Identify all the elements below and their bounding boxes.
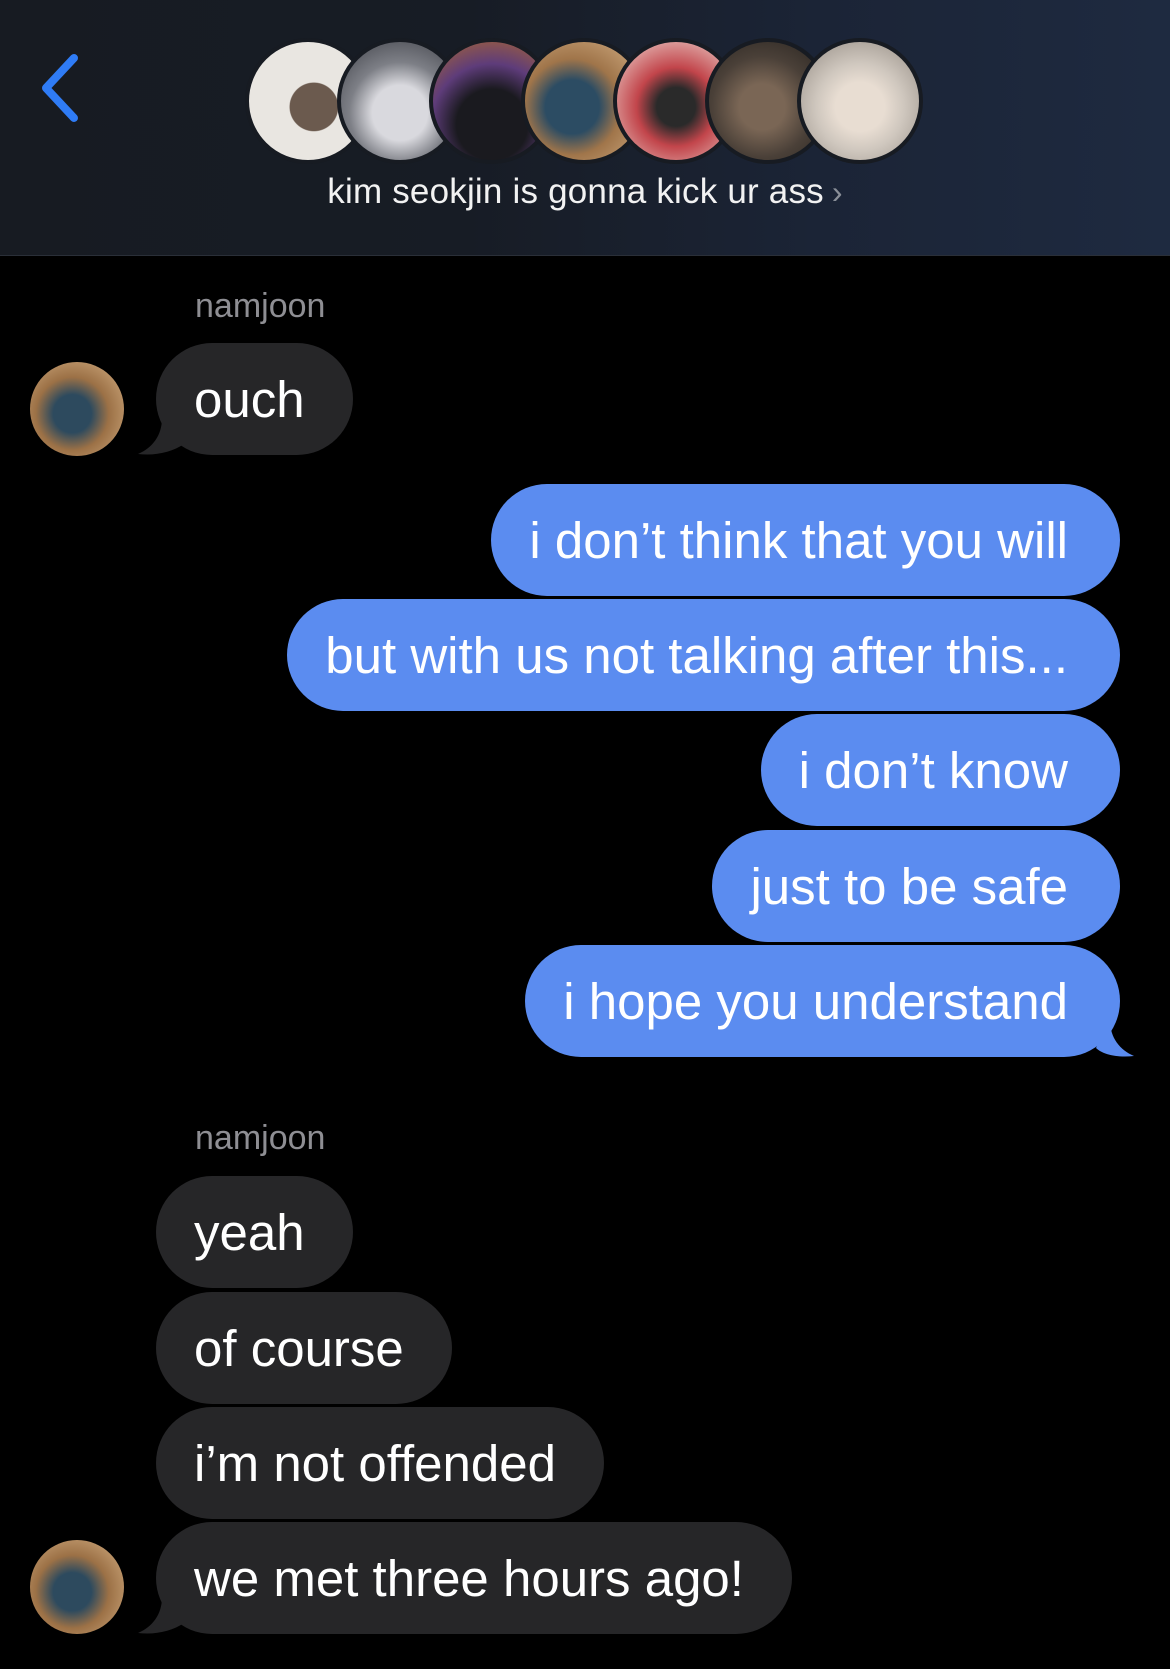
message-text: ouch [194, 370, 305, 428]
message-text: i hope you understand [563, 972, 1068, 1030]
outgoing-message[interactable]: i hope you understand [525, 945, 1120, 1057]
bubble-tail [138, 1597, 184, 1634]
chevron-right-icon: › [831, 174, 843, 210]
message-text: i’m not offended [194, 1434, 556, 1492]
member-avatar-7 [797, 38, 923, 164]
message-text: of course [194, 1319, 404, 1377]
group-avatars[interactable] [245, 38, 935, 164]
incoming-message[interactable]: of course [156, 1292, 452, 1404]
avatar[interactable] [30, 362, 124, 456]
message-text: yeah [194, 1203, 305, 1261]
message-text: i don’t know [798, 741, 1068, 799]
avatar[interactable] [30, 1540, 124, 1634]
outgoing-message[interactable]: i don’t think that you will [491, 484, 1120, 596]
outgoing-message[interactable]: but with us not talking after this... [287, 599, 1120, 711]
message-text: i don’t think that you will [529, 511, 1068, 569]
group-name: kim seokjin is gonna kick ur ass [327, 172, 824, 211]
group-name-link[interactable]: kim seokjin is gonna kick ur ass › [0, 172, 1170, 212]
message-text: but with us not talking after this... [325, 626, 1068, 684]
conversation-header: kim seokjin is gonna kick ur ass › [0, 0, 1170, 256]
message-text: just to be safe [750, 857, 1068, 915]
bubble-tail [138, 418, 184, 455]
incoming-message[interactable]: i’m not offended [156, 1407, 604, 1519]
chevron-left-icon [42, 54, 78, 122]
incoming-message[interactable]: yeah [156, 1176, 353, 1288]
sender-name: namjoon [195, 1119, 326, 1157]
outgoing-message[interactable]: just to be safe [712, 830, 1120, 942]
message-text: we met three hours ago! [194, 1549, 744, 1607]
incoming-message[interactable]: we met three hours ago! [156, 1522, 792, 1634]
sender-name: namjoon [195, 287, 326, 325]
outgoing-message[interactable]: i don’t know [760, 714, 1120, 826]
bubble-tail [1096, 1020, 1134, 1057]
back-button[interactable] [30, 48, 90, 128]
